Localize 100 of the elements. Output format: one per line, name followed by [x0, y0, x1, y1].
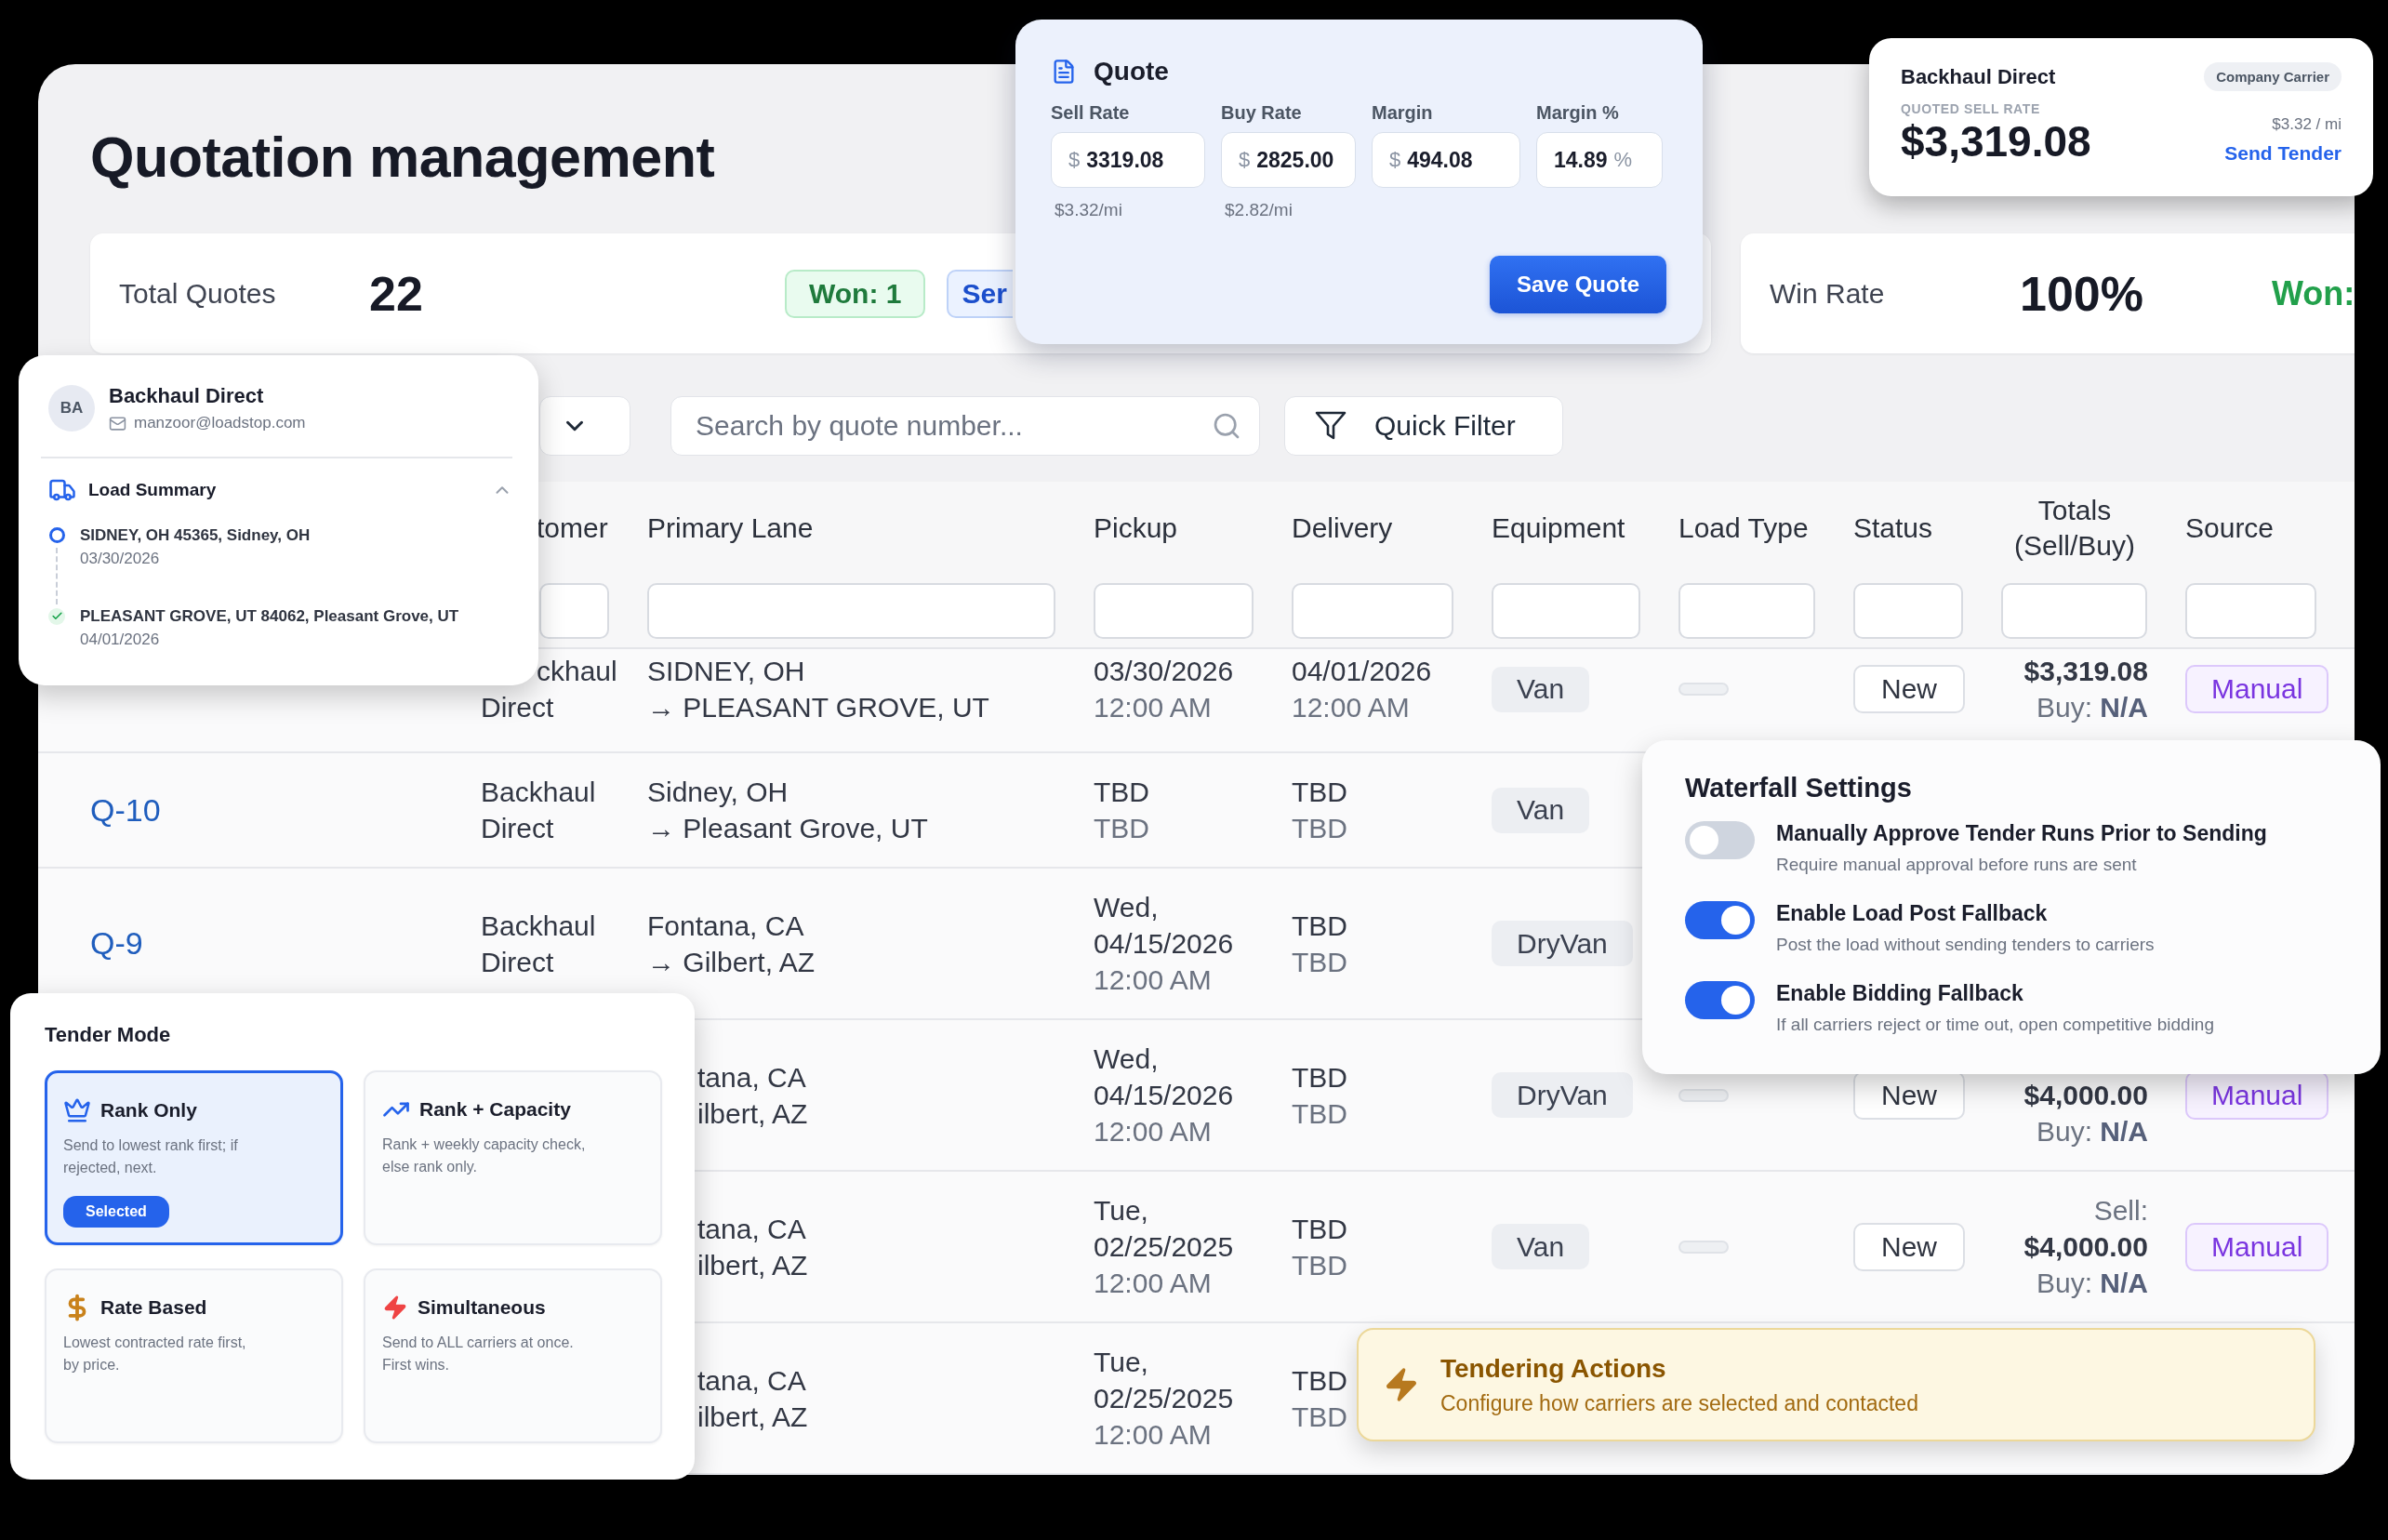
selected-badge: Selected — [63, 1196, 169, 1228]
column-filter-field[interactable] — [1094, 583, 1254, 640]
lightning-icon — [382, 1294, 408, 1321]
mode-option-card[interactable]: Rank + Capacity Rank + weekly capacity check, else rank only. — [364, 1070, 662, 1245]
rate-field[interactable]: 14.89 % — [1536, 132, 1663, 188]
equipment-tag: Van — [1492, 787, 1590, 833]
panel-title: Waterfall Settings — [1685, 772, 1913, 804]
option-description: Rank + weekly capacity check, else rank only. — [382, 1135, 587, 1176]
mode-option-card[interactable]: Rate Based Lowest contracted rate first, by price. — [45, 1268, 343, 1443]
contact-name: Backhaul Direct — [109, 383, 265, 409]
totals-cell-text: $3,319.08 Buy: N/A — [2023, 655, 2148, 724]
option-title: Simultaneous — [418, 1296, 546, 1319]
origin-ring-icon — [48, 526, 65, 543]
section-title: Load Summary — [88, 479, 217, 500]
option-description: Send to lowest rank first; if rejected, next. — [63, 1136, 239, 1177]
customer-cell-text: Backhaul Direct — [481, 909, 597, 979]
lane-cell-text: SIDNEY, OH → PLEASANT GROVE, UT — [647, 655, 990, 724]
column-header: Totals (Sell/Buy) — [2013, 495, 2135, 562]
status-tag: New — [1853, 1222, 1965, 1271]
stat-label: Total Quotes — [119, 277, 277, 310]
equipment-tag: Van — [1492, 666, 1590, 712]
column-filter-field[interactable] — [1492, 583, 1640, 640]
lane-cell-text: Fontana, CA → Gilbert, AZ — [647, 909, 816, 979]
source-tag: Manual — [2185, 665, 2329, 713]
contact-email: manzoor@loadstop.com — [134, 413, 306, 433]
setting-label: Enable Bidding Fallback — [1776, 980, 2024, 1007]
lane-cell-text: Sidney, OH → Pleasant Grove, UT — [647, 776, 929, 845]
quoted-rate: $3,319.08 — [1901, 117, 2091, 166]
mode-option-card[interactable]: Rank Only Send to lowest rank first; if rejected, next. Selected — [45, 1070, 343, 1245]
column-header: Primary Lane — [647, 512, 814, 544]
option-title: Rate Based — [100, 1296, 207, 1319]
column-filter-field[interactable] — [2185, 583, 2316, 640]
stop-address: SIDNEY, OH 45365, Sidney, OH — [80, 524, 311, 546]
customer-cell-text: Backhaul Direct — [481, 776, 597, 845]
banner-title: Tendering Actions — [1440, 1353, 1667, 1385]
field-label: Sell Rate — [1051, 101, 1131, 124]
column-filter-field[interactable] — [1853, 583, 1963, 640]
field-label: Buy Rate — [1221, 101, 1303, 124]
totals-cell-text: Sell: $4,000.00 Buy: N/A — [2023, 1194, 2148, 1300]
search-icon — [1212, 411, 1241, 441]
option-title: Rank + Capacity — [419, 1098, 571, 1121]
quote-number-link[interactable]: Q-10 — [90, 791, 161, 829]
customer-cell-text: ckhaul Direct — [481, 655, 618, 724]
setting-description: Post the load without sending tenders to carriers — [1776, 934, 2155, 956]
toggle-switch[interactable] — [1685, 981, 1755, 1019]
per-mile-rate: $3.32 / mi — [2272, 114, 2342, 135]
pickup-cell-text: 03/30/2026 12:00 AM — [1094, 655, 1235, 724]
delivery-cell-text: TBD TBD — [1292, 909, 1348, 979]
rate-caption: QUOTED SELL RATE — [1901, 100, 2040, 117]
setting-label: Manually Approve Tender Runs Prior to Sending — [1776, 820, 2267, 847]
column-filter-field[interactable] — [539, 583, 609, 640]
rate-field[interactable]: $ 2825.00 — [1221, 132, 1356, 188]
field-label: Margin — [1372, 101, 1434, 124]
column-filter-field[interactable] — [647, 583, 1055, 640]
field-label: Margin % — [1536, 101, 1620, 124]
column-header: Equipment — [1492, 512, 1625, 544]
option-description: Send to ALL carriers at once. First wins. — [382, 1334, 575, 1374]
quick-filter-button[interactable]: Quick Filter — [1284, 396, 1563, 456]
equipment-tag: DryVan — [1492, 1072, 1633, 1118]
quote-number-link[interactable]: Q-9 — [90, 925, 143, 962]
toggle-switch[interactable] — [1685, 901, 1755, 939]
check-icon — [48, 607, 65, 625]
status-tag: New — [1853, 665, 1965, 713]
delivery-cell-text: TBD TBD — [1292, 776, 1348, 845]
lane-cell-text: tana, CA ilbert, AZ — [697, 1212, 809, 1282]
toggle-switch[interactable] — [1685, 821, 1755, 859]
panel-title: Tender Mode — [45, 1022, 172, 1048]
delivery-cell-text: TBD TBD — [1292, 1060, 1348, 1131]
column-filter-field[interactable] — [2001, 583, 2147, 640]
rate-note: $3.32/mi — [1055, 199, 1123, 221]
send-tender-link[interactable]: Send Tender — [2224, 141, 2342, 166]
option-description: Lowest contracted rate first, by price. — [63, 1334, 247, 1374]
lane-cell-text: tana, CA ilbert, AZ — [697, 1060, 809, 1131]
column-filter-field[interactable] — [1678, 583, 1815, 640]
sent-count-badge: Ser — [947, 269, 1013, 318]
setting-description: Require manual approval before runs are sent — [1776, 854, 2138, 876]
column-header: tomer — [537, 512, 608, 544]
setting-description: If all carriers reject or time out, open competitive bidding — [1776, 1014, 2214, 1036]
stop-date: 04/01/2026 — [80, 629, 161, 650]
card-title: Quote — [1094, 57, 1169, 86]
save-quote-button[interactable]: Save Quote — [1490, 256, 1666, 313]
search-field[interactable]: Search by quote number... — [670, 396, 1260, 456]
filter-icon — [1315, 411, 1347, 441]
won-count-label: Won: — [2272, 273, 2355, 313]
stop-address: PLEASANT GROVE, UT 84062, Pleasant Grove, UT — [80, 605, 459, 627]
column-header: Delivery — [1292, 512, 1393, 544]
delivery-cell-text: TBD TBD — [1292, 1212, 1348, 1282]
totals-cell-text: $4,000.00 Buy: N/A — [2023, 1079, 2148, 1148]
carrier-type-badge: Company Carrier — [2204, 62, 2342, 91]
rate-field[interactable]: $ 494.08 — [1372, 132, 1520, 188]
page-title: Quotation management — [90, 125, 715, 191]
column-filter-field[interactable] — [1292, 583, 1453, 640]
pickup-cell-text: TBD TBD — [1094, 776, 1150, 845]
rate-field[interactable]: $ 3319.08 — [1051, 132, 1205, 188]
column-header: Pickup — [1094, 512, 1178, 544]
column-header: Source — [2185, 512, 2275, 544]
filter-dropdown[interactable] — [539, 396, 630, 456]
mode-option-card[interactable]: Simultaneous Send to ALL carriers at once. First wins. — [364, 1268, 662, 1443]
pickup-cell-text: Wed, 04/15/2026 12:00 AM — [1094, 891, 1235, 997]
source-tag: Manual — [2185, 1222, 2329, 1271]
